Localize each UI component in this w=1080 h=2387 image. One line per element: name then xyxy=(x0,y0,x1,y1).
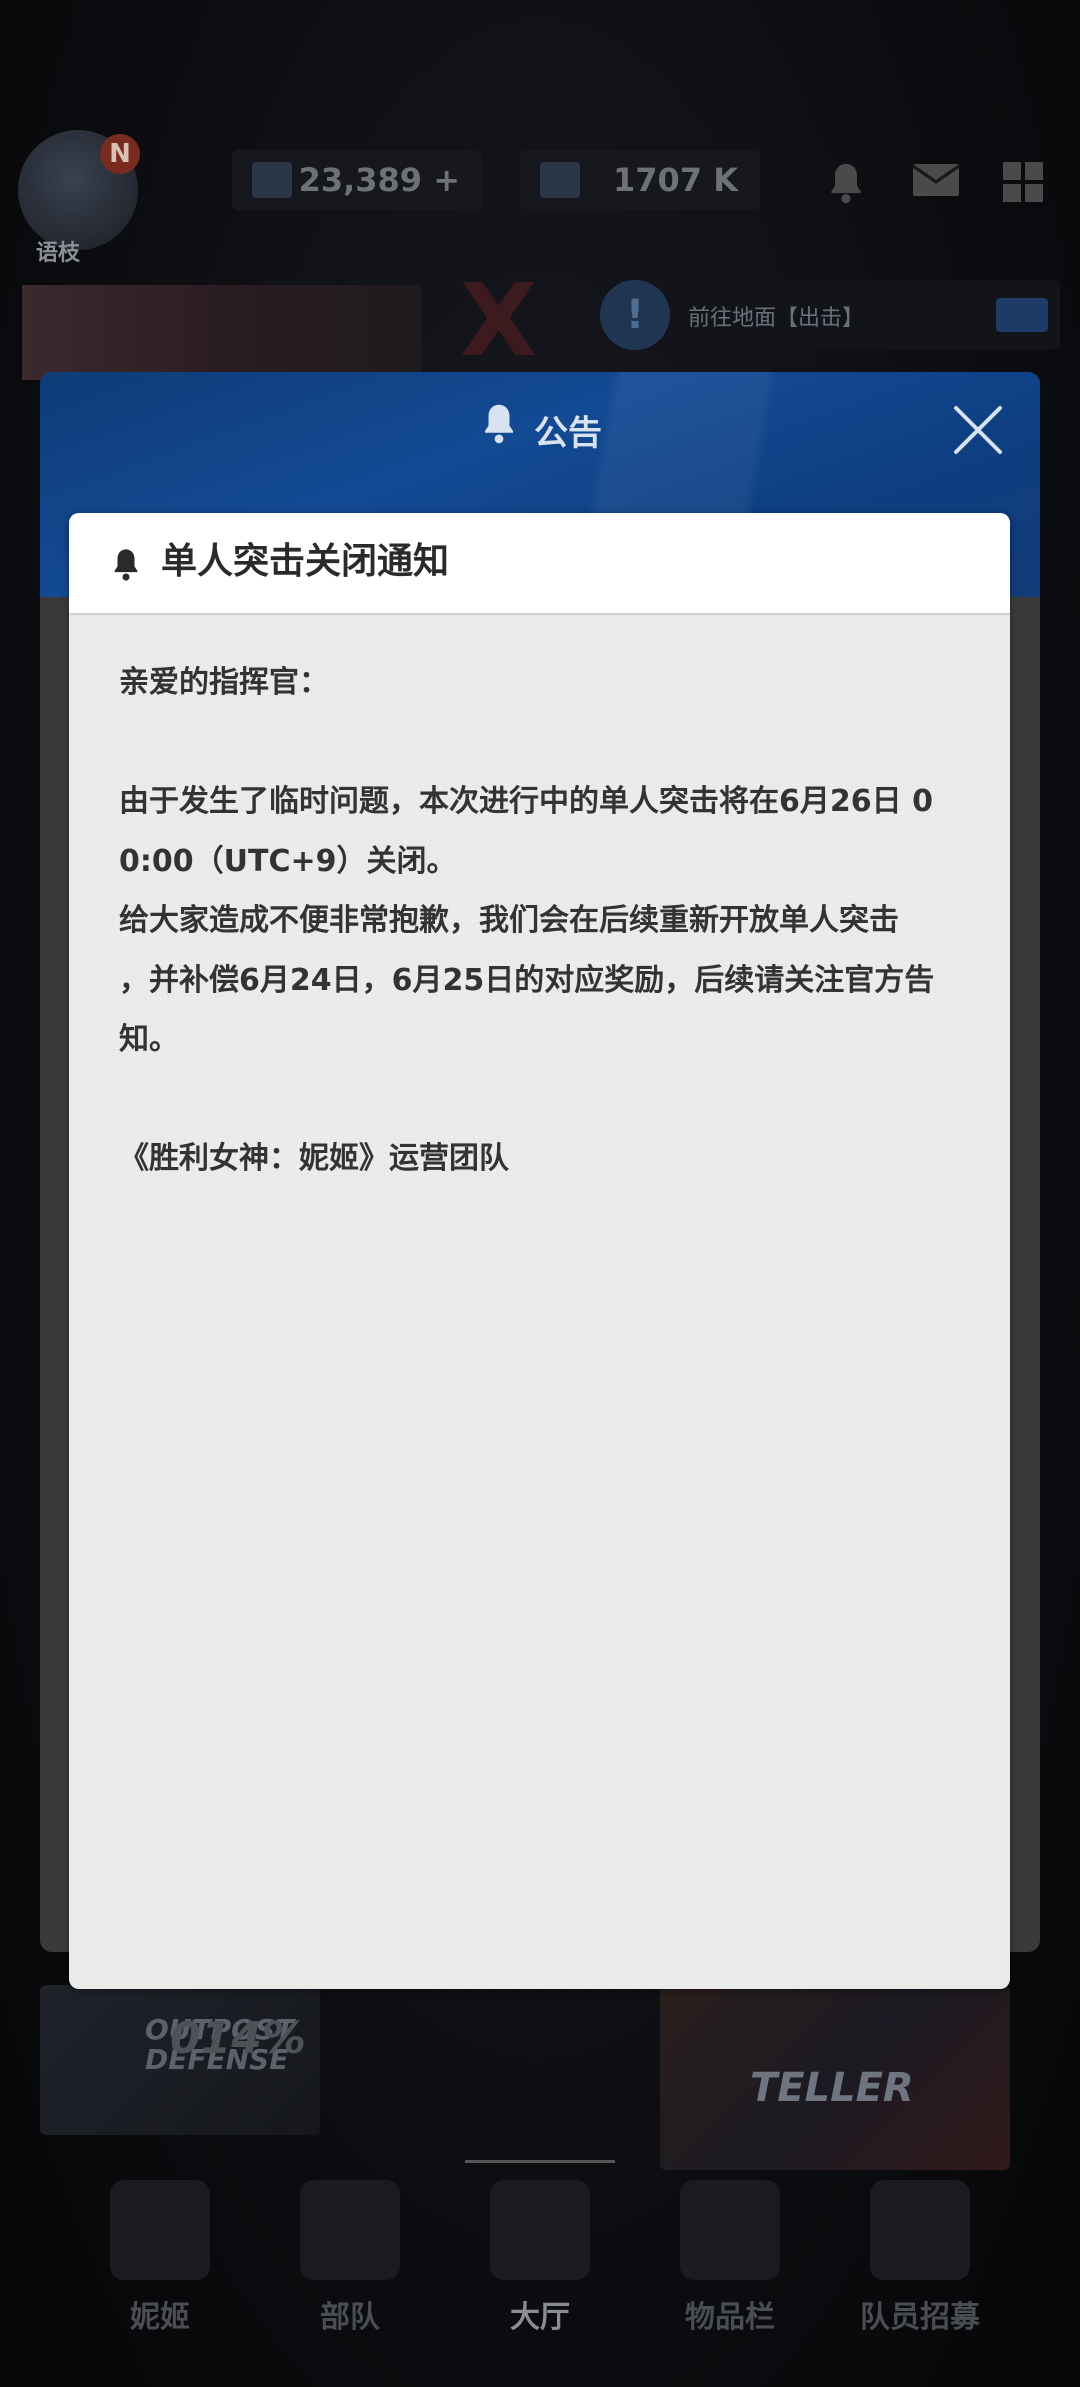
gem-icon xyxy=(252,162,292,198)
modal-title-text: 公告 xyxy=(534,413,602,454)
bell-icon[interactable] xyxy=(818,160,874,210)
nav-lobby[interactable]: 大厅 xyxy=(455,2150,625,2350)
close-button[interactable] xyxy=(950,402,1006,458)
nav-label: 队员招募 xyxy=(860,2300,980,2335)
nav-label: 物品栏 xyxy=(685,2300,775,2335)
close-icon xyxy=(954,406,1002,454)
banner-x-decoration: X xyxy=(460,262,538,379)
nav-label: 妮姬 xyxy=(130,2300,190,2335)
resource-gems[interactable]: 23,389 + xyxy=(232,150,482,210)
notice-line: 亲爱的指挥官： xyxy=(119,665,329,700)
mail-icon[interactable] xyxy=(908,160,964,210)
notice-title: 单人突击关闭通知 xyxy=(161,541,450,582)
avatar-label: 语枝 xyxy=(36,241,81,266)
outpost-percent: 014% xyxy=(170,2013,306,2064)
mission-text: 前往地面【出击】 xyxy=(688,306,865,331)
modal-title: 公告 xyxy=(40,400,1040,467)
notice-line: ，并补偿6月24日，6月25日的对应奖励，后续请关注官方告 xyxy=(119,962,935,998)
bottom-nav: 妮姬 部队 大厅 物品栏 队员招募 xyxy=(0,2150,1080,2387)
event-banner[interactable] xyxy=(22,285,422,380)
top-bar: N 语枝 23,389 + 1707 K xyxy=(0,130,1080,266)
credit-icon xyxy=(540,162,580,198)
inventory-icon xyxy=(680,2180,780,2280)
menu-grid-icon[interactable] xyxy=(995,160,1051,210)
bell-icon xyxy=(109,545,143,589)
alert-icon: ! xyxy=(600,280,670,350)
resource-credits-value: 1707 K xyxy=(613,161,738,199)
teller-title: TELLER xyxy=(750,2065,914,2111)
notice-signature: 《胜利女神：妮姬》运营团队 xyxy=(119,1141,509,1176)
bell-icon xyxy=(478,400,520,467)
notice-line: 0:00（UTC+9）关闭。 xyxy=(119,843,457,879)
notice-line xyxy=(119,1070,969,1130)
notice-card: 单人突击关闭通知 亲爱的指挥官： 由于发生了临时问题，本次进行中的单人突击将在6… xyxy=(69,513,1010,1989)
recruit-icon xyxy=(870,2180,970,2280)
resource-gems-value: 23,389 + xyxy=(298,161,460,199)
notice-body: 亲爱的指挥官： 由于发生了临时问题，本次进行中的单人突击将在6月26日 0 0:… xyxy=(119,653,969,1189)
notice-card-header: 单人突击关闭通知 xyxy=(69,513,1010,615)
nav-nikke[interactable]: 妮姬 xyxy=(75,2150,245,2350)
nav-label: 部队 xyxy=(320,2300,380,2335)
nav-recruit[interactable]: 队员招募 xyxy=(835,2150,1005,2350)
teller-card[interactable]: TELLER xyxy=(660,1985,1010,2170)
nav-label: 大厅 xyxy=(510,2300,570,2335)
nav-inventory[interactable]: 物品栏 xyxy=(645,2150,815,2350)
lobby-icon xyxy=(490,2180,590,2280)
notice-line: 由于发生了临时问题，本次进行中的单人突击将在6月26日 0 xyxy=(119,784,933,819)
notice-line xyxy=(119,713,969,773)
resource-credits[interactable]: 1707 K xyxy=(520,150,760,210)
mission-bar[interactable]: ! 前往地面【出击】 xyxy=(600,280,1060,350)
arrow-icon[interactable] xyxy=(996,298,1048,332)
nikke-icon xyxy=(110,2180,210,2280)
notice-line: 知。 xyxy=(119,1022,179,1057)
notification-badge: N xyxy=(100,134,140,174)
nav-squad[interactable]: 部队 xyxy=(265,2150,435,2350)
squad-icon xyxy=(300,2180,400,2280)
outpost-defense-card[interactable]: OUTPOST DEFENSE 014% xyxy=(40,1985,320,2135)
notice-line: 给大家造成不便非常抱歉，我们会在后续重新开放单人突击 xyxy=(119,903,899,938)
